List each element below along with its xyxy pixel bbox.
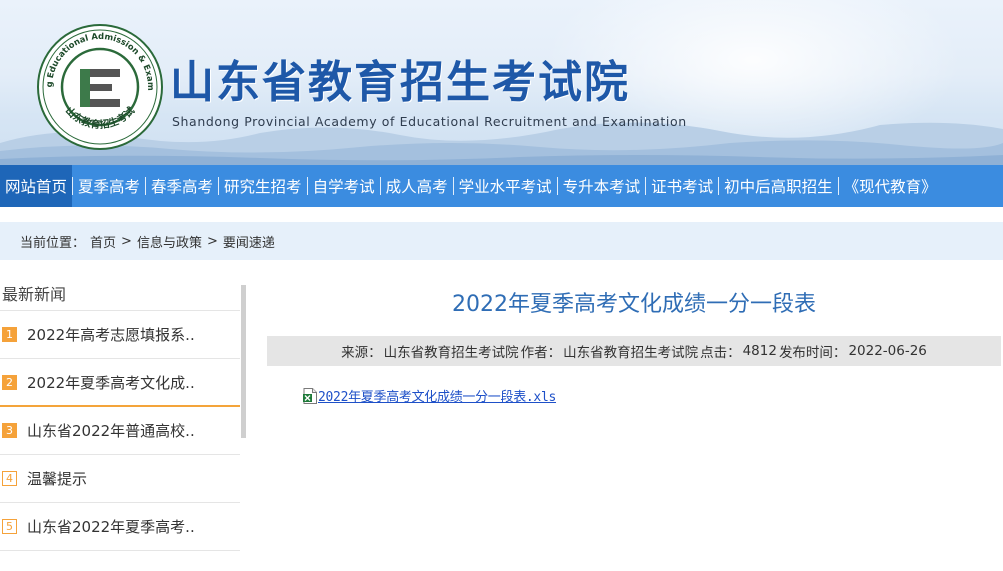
news-list-item[interactable]: 5 山东省2022年夏季高考..	[0, 503, 240, 551]
sidebar-scrollbar[interactable]	[241, 285, 246, 438]
nav-item-graduate-exam[interactable]: 研究生招考	[219, 165, 307, 207]
attachment-download-link[interactable]: 2022年夏季高考文化成绩一分一段表.xls	[318, 386, 556, 405]
breadcrumb-policy-link[interactable]: 信息与政策	[137, 232, 202, 251]
breadcrumb-prefix: 当前位置：	[20, 235, 86, 251]
news-rank-badge: 3	[2, 423, 17, 438]
meta-date: 2022-06-26	[848, 343, 927, 359]
breadcrumb-separator: >	[206, 233, 218, 249]
news-rank-badge: 5	[2, 519, 17, 534]
news-list-item[interactable]: 4 温馨提示	[0, 455, 240, 503]
site-subtitle: Shandong Provincial Academy of Education…	[172, 114, 687, 129]
article-meta: 来源： 山东省教育招生考试院 作者： 山东省教育招生考试院 点击： 4812 发…	[267, 336, 1001, 366]
meta-date-label: 发布时间：	[778, 345, 847, 361]
meta-author: 山东省教育招生考试院	[563, 345, 699, 361]
nav-item-upgrade-exam[interactable]: 专升本考试	[558, 165, 646, 207]
sidebar-title: 最新新闻	[0, 278, 240, 311]
latest-news-sidebar: 最新新闻 1 2022年高考志愿填报系.. 2 2022年夏季高考文化成.. 3…	[0, 278, 240, 571]
academy-logo[interactable]: Shandong Educational Admission & Examina…	[33, 15, 164, 151]
news-item-title[interactable]: 山东省2022年夏季高考..	[27, 516, 195, 537]
breadcrumb-news-link[interactable]: 要闻速递	[223, 232, 275, 251]
nav-item-adult-exam[interactable]: 成人高考	[381, 165, 453, 207]
nav-item-home[interactable]: 网站首页	[0, 165, 73, 207]
excel-file-icon	[303, 387, 317, 404]
nav-item-vocational-admission[interactable]: 初中后高职招生	[719, 165, 838, 207]
main-nav: 网站首页 夏季高考 春季高考 研究生招考 自学考试 成人高考 学业水平考试 专升…	[0, 165, 1003, 207]
nav-item-spring-exam[interactable]: 春季高考	[146, 165, 218, 207]
meta-clicks-label: 点击：	[700, 345, 741, 361]
nav-item-certificate-exam[interactable]: 证书考试	[646, 165, 718, 207]
meta-author-label: 作者：	[520, 345, 562, 361]
breadcrumb-home-link[interactable]: 首页	[90, 232, 116, 251]
news-rank-badge: 2	[2, 374, 17, 390]
nav-item-summer-exam[interactable]: 夏季高考	[73, 165, 145, 207]
news-list-item[interactable]: 3 山东省2022年普通高校..	[0, 407, 240, 455]
breadcrumb-separator: >	[121, 233, 132, 249]
meta-source-label: 来源：	[341, 345, 382, 361]
nav-item-proficiency-exam[interactable]: 学业水平考试	[454, 165, 557, 207]
attachment: 2022年夏季高考文化成绩一分一段表.xls	[303, 386, 556, 405]
news-item-title[interactable]: 2022年高考志愿填报系..	[27, 324, 195, 345]
breadcrumb: 当前位置： 首页 > 信息与政策 > 要闻速递	[0, 222, 1003, 260]
nav-item-self-study-exam[interactable]: 自学考试	[308, 165, 380, 207]
header-banner: Shandong Educational Admission & Examina…	[0, 0, 1003, 165]
site-title: 山东省教育招生考试院	[170, 57, 630, 108]
article-title: 2022年夏季高考文化成绩一分一段表	[452, 292, 816, 317]
meta-clicks: 4812	[742, 343, 777, 359]
news-rank-badge: 4	[2, 471, 17, 486]
nav-item-modern-education[interactable]: 《现代教育》	[839, 165, 942, 207]
news-item-title[interactable]: 山东省2022年普通高校..	[27, 420, 195, 441]
news-list-item[interactable]: 2 2022年夏季高考文化成..	[0, 359, 240, 407]
news-item-title[interactable]: 温馨提示	[27, 468, 87, 489]
news-rank-badge: 1	[2, 327, 17, 342]
news-item-title[interactable]: 2022年夏季高考文化成..	[27, 372, 195, 393]
news-list-item[interactable]: 1 2022年高考志愿填报系..	[0, 311, 240, 359]
meta-source: 山东省教育招生考试院	[383, 345, 519, 361]
